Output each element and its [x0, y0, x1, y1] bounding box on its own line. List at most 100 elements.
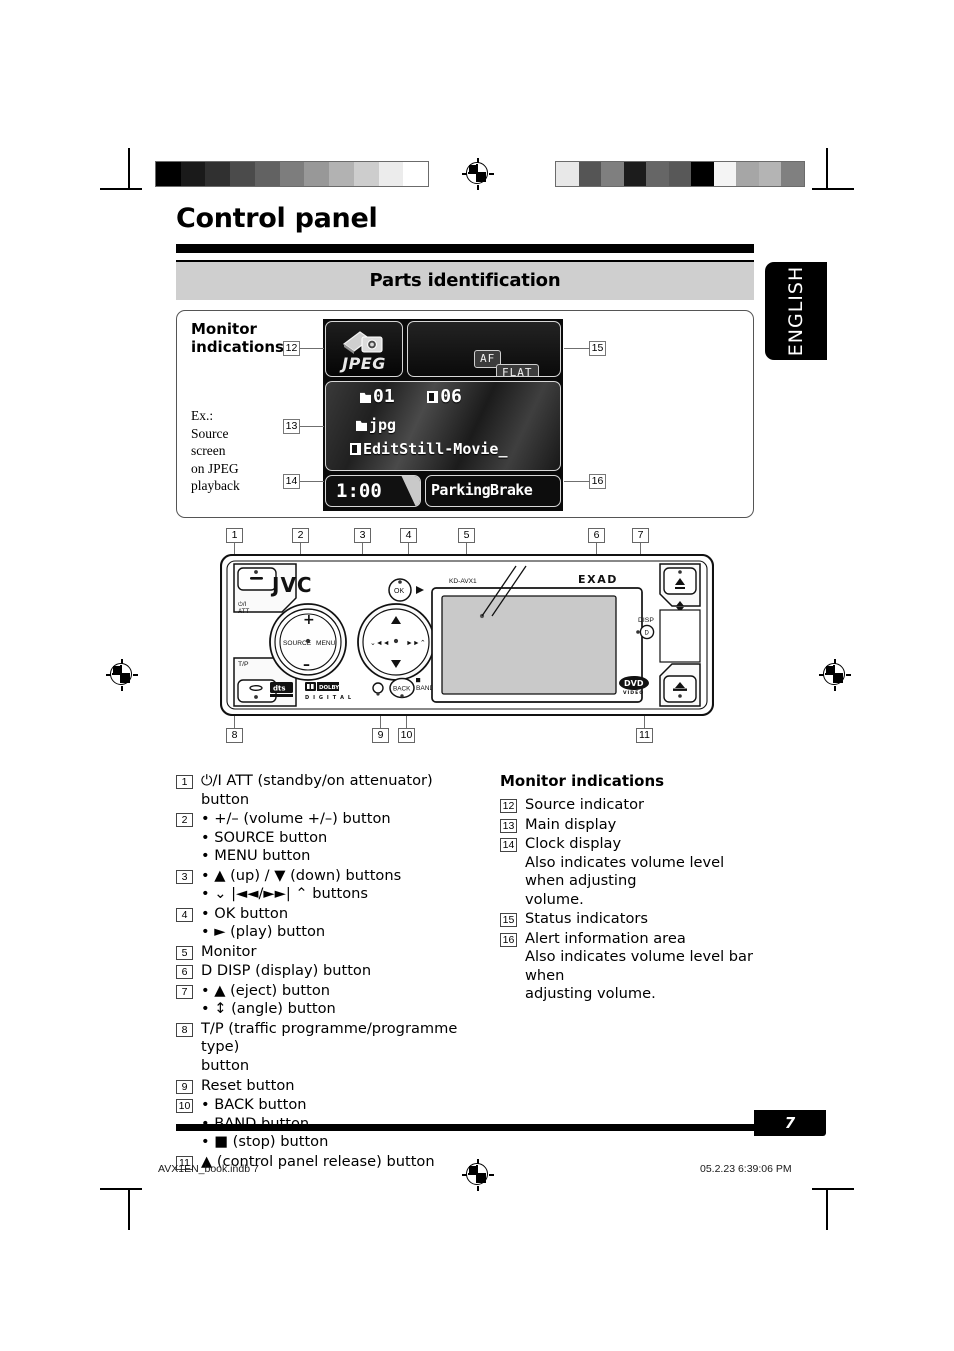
legend-control-line-5-0: Monitor — [201, 942, 257, 960]
calibration-swatch-3 — [623, 162, 647, 186]
example-line-0: Ex.: — [191, 408, 214, 423]
page-title: Control panel — [176, 203, 378, 234]
nav-next-label: ►►⌃ — [406, 639, 426, 647]
legend-control-line-6-0: D DISP (display) button — [201, 962, 372, 980]
legend-control-text-4: • OK button • ► (play) button — [201, 905, 472, 942]
faceplate-callout-5: 5 — [458, 528, 475, 543]
legend-monitor-number-15: 15 — [500, 913, 517, 928]
registration-mark-top — [462, 158, 494, 190]
legend-monitor-item-13: 13 Main display — [500, 816, 754, 835]
volume-plus-label: + — [303, 612, 315, 628]
tp-label: T/P — [238, 661, 249, 668]
callout-14: 14 — [283, 474, 300, 489]
nav-prev-label: ⌄◄◄ — [370, 640, 390, 647]
lcd-folder-number: 01 — [373, 386, 395, 407]
nav-callout-anchor — [393, 638, 399, 644]
legend-control-line-3-1: • ⌄ |◄◄/►►| ⌃ buttons — [201, 885, 369, 903]
calibration-swatch-6 — [691, 162, 714, 186]
calibration-swatch-7 — [329, 162, 354, 186]
example-line-1: Source — [191, 425, 229, 441]
faceplate-diagram-wrapper: 1 2 3 4 5 6 7 8 9 10 11 ⏻/I ATT T/P JVC … — [176, 528, 754, 746]
legend-control-line-1-0: ⏻/I ATT (standby/on attenuator) button — [201, 772, 433, 808]
legend-control-item-6: 6 D DISP (display) button — [176, 962, 472, 981]
legend-columns: 1 ⏻/I ATT (standby/on attenuator) button 2… — [176, 772, 754, 1172]
legend-control-line-4-1: • ► (play) button — [201, 923, 326, 941]
volume-minus-label: – — [303, 657, 310, 673]
faceplate-callout-1: 1 — [226, 528, 243, 543]
legend-control-text-5: Monitor — [201, 943, 472, 962]
lcd-file-number: 06 — [440, 386, 462, 407]
crop-mark-tl-h — [100, 188, 142, 190]
legend-monitor-number-13: 13 — [500, 818, 517, 833]
calibration-swatch-8 — [353, 162, 379, 186]
footer-file-label: AVX1EN_book.indb 7 — [158, 1163, 259, 1175]
menu-callout-anchor — [305, 638, 311, 644]
callout-15-leader — [564, 348, 590, 350]
legend-control-number-8: 8 — [176, 1022, 193, 1037]
legend-monitor-text-16: Alert information area Also indicates vol… — [525, 930, 754, 1004]
callout-12-leader — [300, 348, 324, 350]
calibration-swatch-4 — [646, 162, 669, 186]
legend-monitor-text-15: Status indicators — [525, 910, 754, 929]
title-underline-rule — [176, 244, 754, 253]
section-heading-parts-identification: Parts identification — [176, 260, 754, 300]
dolby-digital-label: D I G I T A L — [305, 695, 352, 701]
legend-control-line-2-0: • +/– (volume +/–) button — [201, 810, 391, 828]
calibration-swatch-0 — [556, 162, 579, 186]
legend-monitor-item-14: 14 Clock display Also indicates volume lev… — [500, 835, 754, 909]
calibration-swatch-8 — [736, 162, 759, 186]
legend-control-number-6: 6 — [176, 965, 193, 980]
legend-control-line-2-1: • SOURCE button — [201, 828, 328, 846]
calibration-swatch-9 — [378, 162, 404, 186]
legend-monitor-line-12-0: Source indicator — [525, 796, 645, 813]
monitor-heading-line1: Monitor — [191, 320, 257, 338]
legend-control-number-3: 3 — [176, 869, 193, 884]
legend-control-number-10: 10 — [176, 1099, 193, 1114]
legend-control-item-1: 1 ⏻/I ATT (standby/on attenuator) button — [176, 772, 472, 809]
back-button-label: BACK — [393, 686, 411, 693]
crop-mark-tr-h — [812, 188, 854, 190]
svg-text:dts: dts — [273, 685, 286, 693]
legend-monitor-line-16-0: Alert information area — [525, 929, 686, 947]
legend-control-line-3-0: • ▲ (up) / ▼ (down) buttons — [201, 866, 402, 884]
menu-button-label: MENU — [316, 640, 336, 647]
lcd-file-name-row: EditStill-Movie_ — [350, 440, 508, 458]
calibration-swatch-2 — [205, 162, 231, 186]
legend-right-heading: Monitor indications — [500, 772, 665, 790]
faceplate-callout-10: 10 — [398, 728, 415, 743]
legend-control-line-8-1: button — [201, 1056, 250, 1074]
legend-monitor-text-13: Main display — [525, 816, 754, 835]
registration-mark-right — [819, 659, 851, 691]
legend-control-item-9: 9 Reset button — [176, 1077, 472, 1096]
faceplate-callout-6: 6 — [588, 528, 605, 543]
legend-monitor-number-12: 12 — [500, 799, 517, 813]
callout-13: 13 — [283, 419, 300, 434]
monitor-heading-line2: indications — [191, 338, 284, 357]
lcd-folder-name-row: jpg — [356, 416, 396, 434]
legend-monitor-text-14: Clock display Also indicates volume level… — [525, 835, 754, 909]
ok-button-label: OK — [394, 588, 404, 595]
language-tab-label: ENGLISH — [785, 265, 807, 357]
faceplate-callout-3: 3 — [354, 528, 371, 543]
legend-control-line-10-2: • ■ (stop) button — [201, 1133, 329, 1151]
faceplate-callout-11: 11 — [636, 728, 653, 743]
monitor-indications-heading: Monitor indications — [191, 320, 284, 357]
calibration-swatch-5 — [668, 162, 692, 186]
disp-button-label: DISP — [638, 617, 654, 624]
legend-control-text-7: • ▲ (eject) button • ↕ (angle) button — [201, 982, 472, 1019]
legend-monitor-line-15-0: Status indicators — [525, 910, 648, 928]
lcd-source-label: JPEG — [342, 354, 386, 373]
callout-13-leader — [300, 426, 324, 428]
legend-control-text-9: Reset button — [201, 1077, 472, 1096]
reset-button-hole — [372, 682, 384, 694]
legend-monitor-line-16-1: Also indicates volume level bar when — [525, 948, 753, 984]
monitor-indications-panel: Monitor indications Ex.: Source screen o… — [176, 310, 754, 518]
legend-monitor-number-14: 14 — [500, 838, 517, 853]
calibration-swatch-3 — [230, 162, 255, 186]
legend-control-number-7: 7 — [176, 984, 193, 999]
lcd-clock-value: 1:00 — [336, 480, 382, 502]
disc-slot — [659, 609, 701, 663]
legend-control-text-3: • ▲ (up) / ▼ (down) buttons • ⌄ |◄◄/►►| ⌃… — [201, 867, 472, 904]
calibration-swatch-10 — [403, 162, 429, 186]
legend-control-line-7-0: • ▲ (eject) button — [201, 981, 331, 999]
